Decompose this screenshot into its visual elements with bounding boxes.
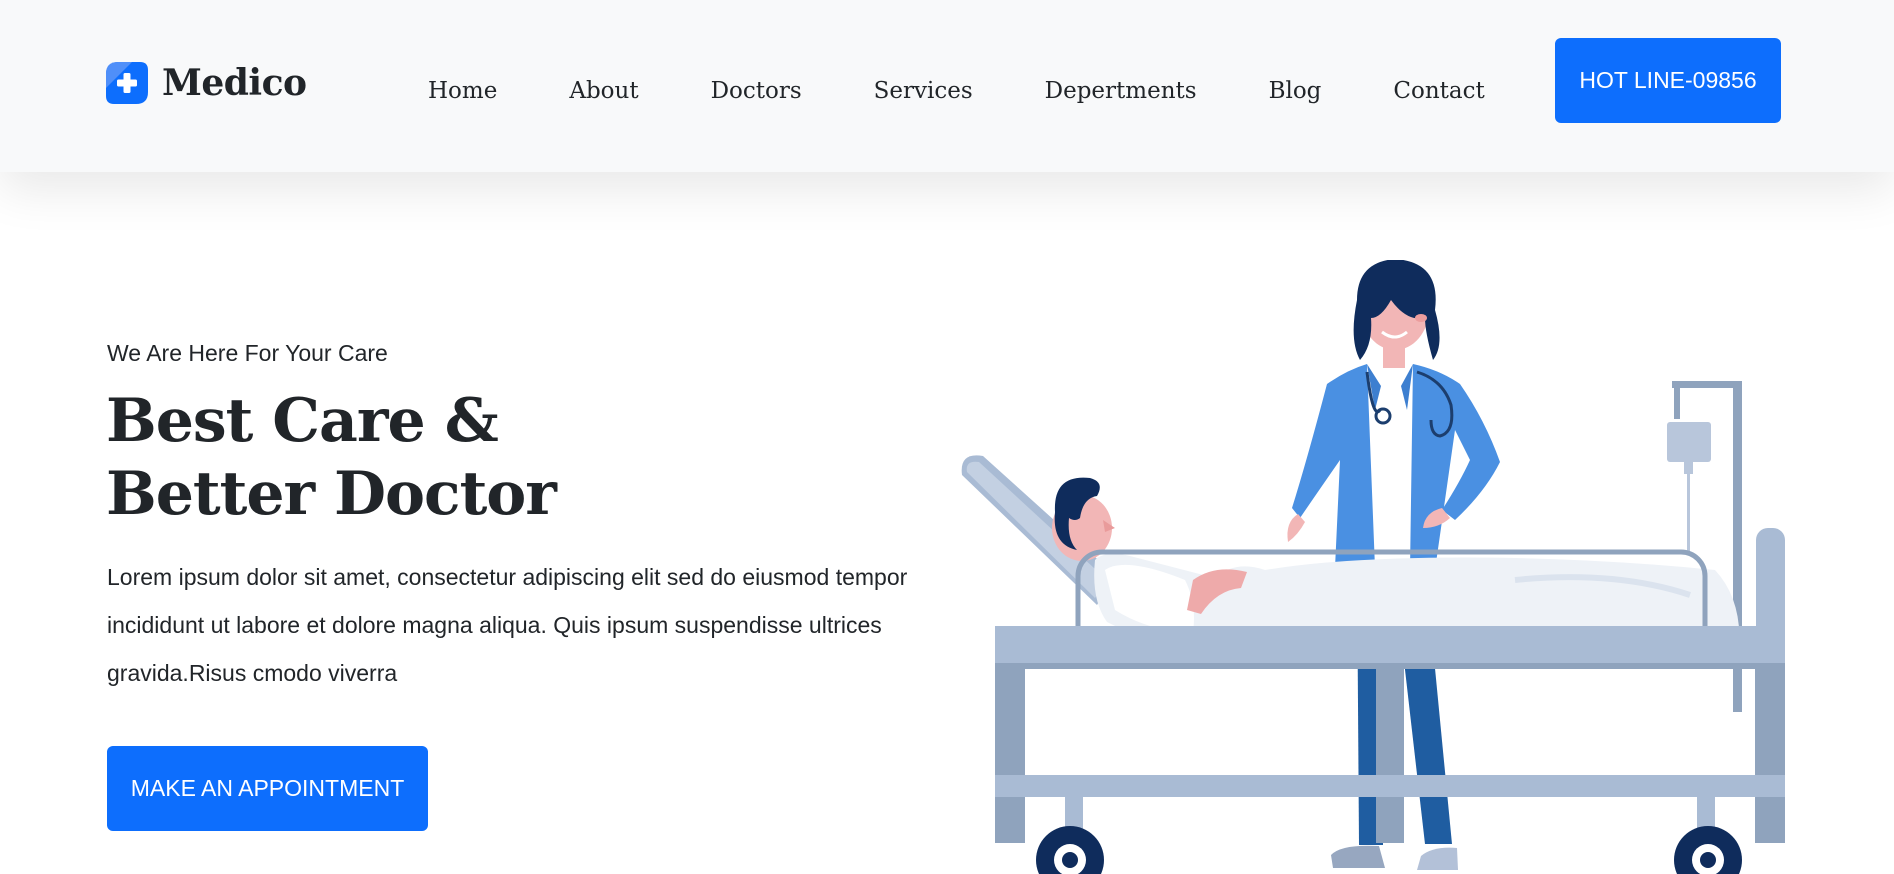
nav-link-home[interactable]: Home [428, 78, 497, 104]
hero-description: Lorem ipsum dolor sit amet, consectetur … [107, 564, 908, 686]
hero-eyebrow: We Are Here For Your Care [107, 340, 388, 366]
nav-link-blog[interactable]: Blog [1269, 78, 1322, 104]
brand-logo[interactable]: Medico [106, 58, 307, 108]
doctor [1287, 260, 1500, 570]
hero-title-line-2: Better Doctor [106, 459, 557, 529]
nav-link-contact[interactable]: Contact [1393, 78, 1484, 104]
navbar: Medico Home About Doctors Services Deper… [0, 0, 1894, 172]
hotline-button[interactable]: HOT LINE-09856 [1555, 38, 1781, 123]
hero-title: Best Care & Better Doctor [106, 385, 557, 531]
make-appointment-button[interactable]: MAKE AN APPOINTMENT [107, 746, 428, 831]
patient [1052, 477, 1115, 561]
hero-title-line-1: Best Care & [106, 386, 499, 456]
nav-link-departments[interactable]: Depertments [1045, 78, 1197, 104]
brand-name: Medico [162, 62, 307, 104]
nav-link-services[interactable]: Services [874, 78, 973, 104]
medical-cross-icon [106, 62, 148, 104]
nav-link-about[interactable]: About [569, 78, 638, 104]
nav-link-doctors[interactable]: Doctors [711, 78, 802, 104]
doctor-patient-illustration [961, 260, 1785, 874]
main-nav: Home About Doctors Services Depertments … [428, 78, 1485, 104]
